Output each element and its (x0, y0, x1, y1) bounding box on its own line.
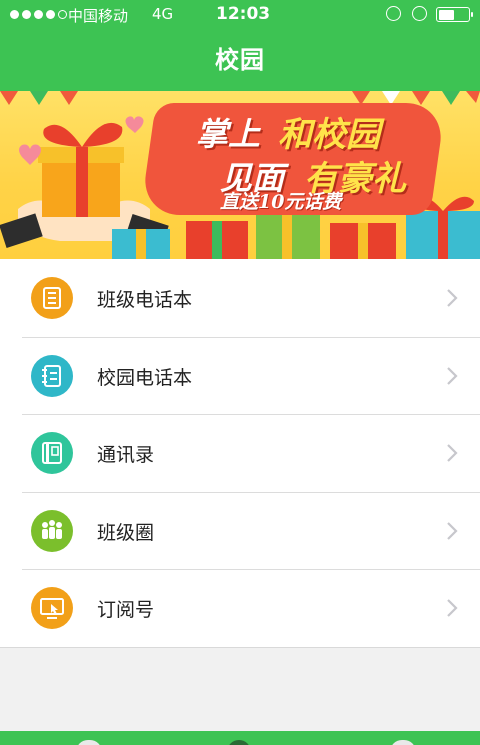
top-bar: 中国移动 4G 12:03 校园 (0, 0, 480, 91)
chevron-right-icon (447, 366, 458, 385)
subscription-icon (31, 587, 73, 629)
banner-line-3: 直送10元话费 (220, 191, 342, 213)
campus-phonebook-icon (31, 354, 73, 397)
chevron-right-icon (447, 444, 458, 462)
alarm-icon (412, 6, 427, 21)
signal-strength-icon (10, 10, 67, 19)
page-title: 校园 (215, 46, 265, 74)
clock: 12:03 (216, 4, 271, 24)
menu-item-class-phonebook[interactable]: 班级电话本 (0, 259, 480, 337)
chevron-right-icon (447, 521, 458, 540)
chevron-right-icon (447, 599, 458, 617)
menu-list: 班级电话本 校园电话本 通讯录 班级圈 订阅号 (0, 259, 480, 648)
bottom-tab-bar (0, 731, 480, 745)
rotation-lock-icon (386, 6, 401, 21)
menu-item-label: 校园电话本 (97, 366, 193, 389)
menu-item-contacts[interactable]: 通讯录 (0, 414, 480, 492)
menu-item-label: 班级圈 (97, 521, 155, 544)
network-type: 4G (152, 5, 174, 23)
banner-line-1-white: 掌上 (196, 115, 261, 153)
chevron-right-icon (447, 289, 458, 307)
class-phonebook-icon (31, 277, 73, 319)
tab-icon[interactable] (227, 740, 251, 745)
menu-item-subscription[interactable]: 订阅号 (0, 569, 480, 647)
banner-line-1-yellow: 和校园 (278, 115, 380, 155)
contacts-book-icon (31, 432, 73, 474)
menu-item-campus-phonebook[interactable]: 校园电话本 (0, 336, 480, 415)
tab-icon[interactable] (76, 740, 102, 745)
menu-item-label: 订阅号 (97, 599, 155, 621)
promo-banner[interactable]: 掌上 和校园 见面 有豪礼 直送10元话费 (0, 91, 480, 259)
tab-icon[interactable] (390, 740, 416, 745)
status-bar: 中国移动 4G 12:03 (0, 0, 480, 30)
battery-icon (436, 7, 473, 22)
menu-item-label: 班级电话本 (97, 289, 193, 311)
menu-item-class-circle[interactable]: 班级圈 (0, 491, 480, 570)
menu-item-label: 通讯录 (97, 444, 155, 466)
carrier-name: 中国移动 (68, 7, 129, 25)
class-circle-icon (31, 509, 73, 552)
